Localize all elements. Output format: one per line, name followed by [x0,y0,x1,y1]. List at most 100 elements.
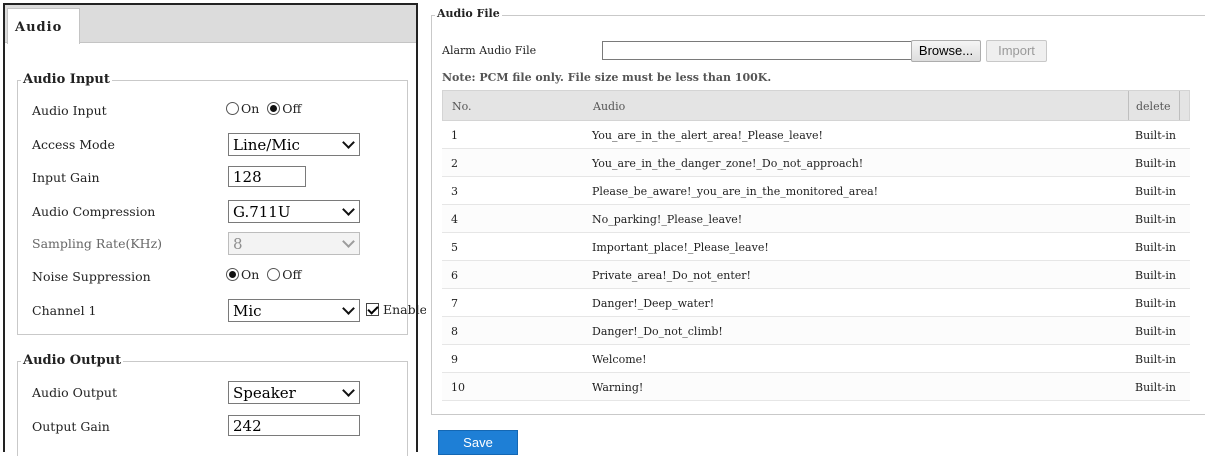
audio-output-section: Audio Output Audio Output Speaker Output… [17,353,408,456]
output-gain-row: Output Gain 242 [32,415,422,439]
row-no: 9 [451,353,458,366]
column-header-spacer [1179,91,1180,120]
row-delete[interactable]: Built-in [1135,325,1176,338]
row-no: 3 [451,185,458,198]
row-audio-name: You_are_in_the_danger_zone!_Do_not_appro… [592,157,864,170]
access-mode-select[interactable]: Line/Mic [228,133,360,156]
audio-input-label: Audio Input [32,103,107,118]
input-gain-row: Input Gain 128 [32,166,422,190]
sampling-rate-label: Sampling Rate(KHz) [32,236,163,251]
audio-input-off-label: Off [282,101,302,116]
table-row[interactable]: 10 Warning! Built-in [442,373,1190,401]
audio-input-off-radio[interactable] [267,102,281,115]
table-row[interactable]: 8 Danger!_Do_not_climb! Built-in [442,317,1190,345]
row-audio-name: You_are_in_the_alert_area!_Please_leave! [592,129,823,142]
sampling-rate-select: 8 [228,232,360,255]
audio-input-row: Audio Input On Off [32,99,422,123]
access-mode-row: Access Mode Line/Mic [32,133,422,157]
audio-file-panel: Audio File Alarm Audio File Browse... Im… [426,3,1205,455]
table-row[interactable]: 9 Welcome! Built-in [442,345,1190,373]
channel1-value: Mic [233,302,262,320]
row-no: 1 [451,129,458,142]
noise-suppression-off-radio[interactable] [267,268,281,281]
output-gain-label: Output Gain [32,419,110,434]
channel1-enable-label: Enable [382,302,428,317]
audio-compression-select[interactable]: G.711U [228,200,360,223]
table-body: 1 You_are_in_the_alert_area!_Please_leave… [442,121,1190,401]
row-delete[interactable]: Built-in [1135,213,1176,226]
channel1-enable: Enable [366,302,427,317]
row-delete[interactable]: Built-in [1135,353,1176,366]
audio-input-radio-group: On Off [226,101,305,116]
tab-strip: Audio [5,5,416,44]
column-header-audio: Audio [593,100,626,113]
row-no: 5 [451,241,458,254]
row-audio-name: Warning! [592,381,644,394]
save-button[interactable]: Save [438,430,518,455]
input-gain-label: Input Gain [32,170,100,185]
audio-input-on-label: On [241,101,260,116]
table-row[interactable]: 3 Please_be_aware!_you_are_in_the_monitor… [442,177,1190,205]
output-gain-field[interactable]: 242 [228,415,360,436]
row-audio-name: Private_area!_Do_not_enter! [592,269,751,282]
alarm-audio-file-label: Alarm Audio File [442,44,537,57]
channel1-row: Channel 1 Mic Enable [32,299,427,323]
row-delete[interactable]: Built-in [1135,297,1176,310]
browse-button[interactable]: Browse... [911,40,981,62]
chevron-down-icon [342,203,355,216]
alarm-audio-file-path-field[interactable] [602,41,912,60]
table-header: No. Audio delete [442,90,1190,121]
column-header-delete: delete [1128,91,1171,120]
noise-suppression-radio-group: On Off [226,267,305,282]
row-no: 7 [451,297,458,310]
row-delete[interactable]: Built-in [1135,129,1176,142]
chevron-down-icon [342,302,355,315]
audio-input-section: Audio Input Audio Input On Off Access Mo… [17,72,427,335]
row-audio-name: Please_be_aware!_you_are_in_the_monitore… [592,185,879,198]
noise-suppression-row: Noise Suppression On Off [32,265,422,289]
access-mode-label: Access Mode [32,137,115,152]
row-delete[interactable]: Built-in [1135,157,1176,170]
audio-output-value: Speaker [233,384,296,402]
row-audio-name: Danger!_Do_not_climb! [592,325,723,338]
noise-suppression-on-label: On [241,267,260,282]
audio-output-select[interactable]: Speaker [228,381,360,404]
table-row[interactable]: 4 No_parking!_Please_leave! Built-in [442,205,1190,233]
row-audio-name: Danger!_Deep_water! [592,297,715,310]
noise-suppression-on-radio[interactable] [226,268,239,281]
import-button: Import [986,40,1047,62]
channel1-label: Channel 1 [32,303,97,318]
sampling-rate-value: 8 [233,235,243,253]
table-row[interactable]: 7 Danger!_Deep_water! Built-in [442,289,1190,317]
row-no: 6 [451,269,458,282]
audio-file-table: No. Audio delete 1 You_are_in_the_alert_a… [442,90,1190,401]
row-delete[interactable]: Built-in [1135,381,1176,394]
row-delete[interactable]: Built-in [1135,241,1176,254]
channel1-enable-checkbox[interactable] [366,303,379,316]
table-row[interactable]: 1 You_are_in_the_alert_area!_Please_leave… [442,121,1190,149]
row-no: 10 [451,381,465,394]
row-delete[interactable]: Built-in [1135,185,1176,198]
column-header-no: No. [452,100,472,113]
audio-output-label: Audio Output [32,385,117,400]
row-no: 8 [451,325,458,338]
audio-settings-panel: Audio Audio Input Audio Input On Off Acc… [3,3,427,456]
row-audio-name: Welcome! [592,353,647,366]
audio-input-on-radio[interactable] [226,102,239,115]
audio-file-legend: Audio File [435,7,502,20]
chevron-down-icon [342,136,355,149]
row-no: 2 [451,157,458,170]
table-row[interactable]: 5 Important_place!_Please_leave! Built-in [442,233,1190,261]
noise-suppression-label: Noise Suppression [32,269,151,284]
audio-output-legend: Audio Output [21,353,124,368]
table-row[interactable]: 6 Private_area!_Do_not_enter! Built-in [442,261,1190,289]
table-row[interactable]: 2 You_are_in_the_danger_zone!_Do_not_appr… [442,149,1190,177]
row-delete[interactable]: Built-in [1135,269,1176,282]
sampling-rate-row: Sampling Rate(KHz) 8 [32,232,422,256]
input-gain-field[interactable]: 128 [228,166,306,187]
noise-suppression-off-label: Off [282,267,302,282]
row-no: 4 [451,213,458,226]
audio-compression-row: Audio Compression G.711U [32,200,422,224]
tab-audio[interactable]: Audio [7,8,80,44]
channel1-select[interactable]: Mic [228,299,360,322]
